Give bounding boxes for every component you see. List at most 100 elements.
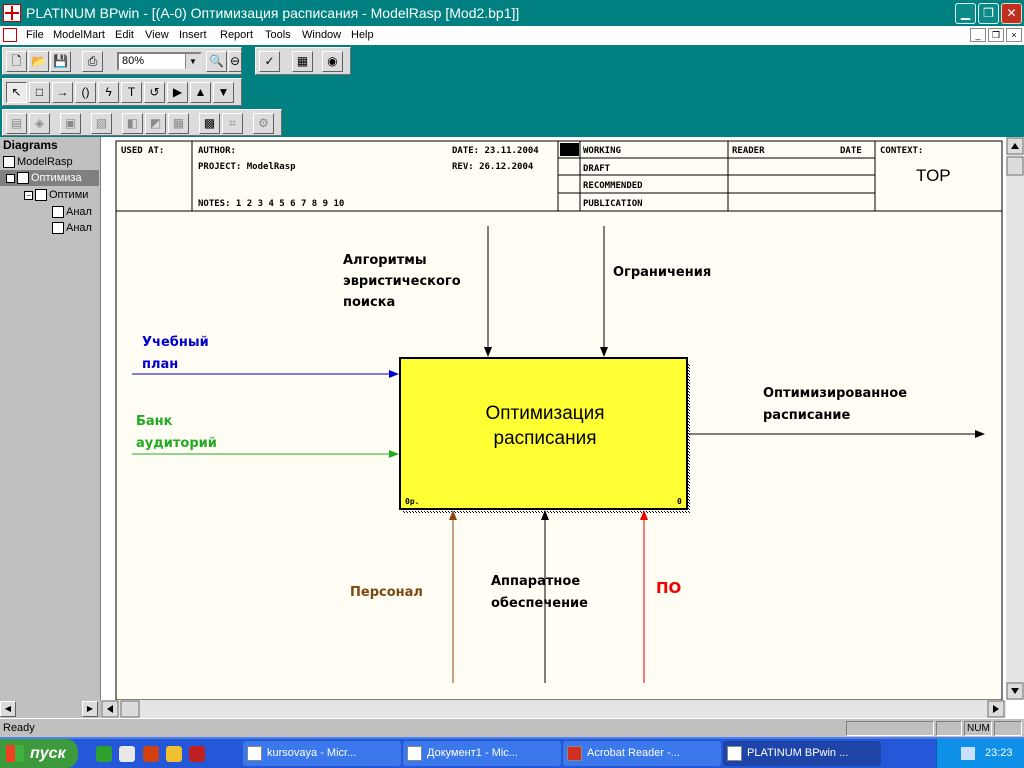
reader-label: READER bbox=[732, 146, 765, 156]
mdi-close-button[interactable]: × bbox=[1006, 28, 1022, 42]
scroll-left-icon[interactable]: ◀ bbox=[0, 701, 16, 717]
menu-view[interactable]: View bbox=[145, 28, 169, 42]
tree-item-diagram[interactable]: − Оптими bbox=[24, 187, 88, 203]
diagram-tree-pane: Diagrams ModelRasp − Оптимиза − Оптими Ана… bbox=[0, 137, 101, 718]
network-icon[interactable] bbox=[961, 747, 975, 760]
winamp-icon[interactable] bbox=[166, 746, 182, 762]
format-icon-3[interactable]: ▣ bbox=[60, 113, 81, 134]
notes-label: NOTES: 1 2 3 4 5 6 7 8 9 10 bbox=[198, 199, 344, 209]
undo-tool[interactable]: ↺ bbox=[144, 82, 165, 103]
vertical-scrollbar[interactable] bbox=[1006, 137, 1024, 700]
squiggle-tool[interactable]: ϟ bbox=[98, 82, 119, 103]
menu-help[interactable]: Help bbox=[351, 28, 374, 42]
arrow-tool[interactable]: → bbox=[52, 82, 73, 103]
task-bpwin[interactable]: PLATINUM BPwin ... bbox=[723, 741, 881, 766]
collapse-icon[interactable]: − bbox=[24, 190, 33, 200]
collapse-icon[interactable]: − bbox=[6, 173, 15, 183]
tree-item-child-1[interactable]: Анал bbox=[52, 204, 92, 220]
zoom-out-button[interactable]: ⊖ bbox=[228, 51, 242, 72]
horizontal-scroll-thumb[interactable] bbox=[120, 700, 140, 718]
pointer-tool[interactable]: ↖ bbox=[6, 82, 27, 103]
page-icon bbox=[52, 206, 64, 219]
model-toolbar: ✓ ▦ ◉ bbox=[255, 47, 351, 75]
print-button[interactable]: ⎙ bbox=[82, 51, 103, 72]
go-up-tool[interactable]: ▲ bbox=[190, 82, 211, 103]
menu-tools[interactable]: Tools bbox=[265, 28, 291, 42]
task-kursovaya[interactable]: kursovaya - Micr... bbox=[243, 741, 401, 766]
activity-title-line2: расписания bbox=[494, 428, 597, 449]
scroll-right-icon[interactable]: ▶ bbox=[82, 701, 98, 717]
format-icon-6[interactable]: ◩ bbox=[145, 113, 166, 134]
object-toolbar: ▤ ◈ ▣ ▧ ◧ ◩ ▦ ▩ ⌗ ⚙ bbox=[2, 109, 282, 136]
status-text: Ready bbox=[3, 722, 35, 734]
spellcheck-button[interactable]: ✓ bbox=[259, 51, 280, 72]
media-icon[interactable] bbox=[189, 746, 205, 762]
go-down-tool[interactable]: ▼ bbox=[213, 82, 234, 103]
format-icon-9[interactable]: ⚙ bbox=[253, 113, 274, 134]
internet-explorer-icon[interactable] bbox=[96, 746, 112, 762]
restore-button[interactable]: ❐ bbox=[978, 3, 999, 24]
minimize-button[interactable]: ▁ bbox=[955, 3, 976, 24]
activity-number-label: 0 bbox=[677, 497, 682, 506]
zoom-in-button[interactable]: 🔍 bbox=[206, 51, 227, 72]
open-button[interactable]: 📂 bbox=[28, 51, 49, 72]
task-document1[interactable]: Документ1 - Mic... bbox=[403, 741, 561, 766]
format-icon-8[interactable]: ⌗ bbox=[222, 113, 243, 134]
desktop-icon[interactable] bbox=[119, 746, 135, 762]
format-icon-7[interactable]: ▦ bbox=[168, 113, 189, 134]
drawing-toolbar: ↖ □ → () ϟ T ↺ ▶ ▲ ▼ bbox=[2, 78, 242, 106]
menu-edit[interactable]: Edit bbox=[115, 28, 134, 42]
status-cell-3 bbox=[994, 721, 1022, 736]
mechanism-label-3: ПО bbox=[656, 579, 681, 597]
save-button[interactable]: 💾 bbox=[50, 51, 71, 72]
status-cell-2 bbox=[936, 721, 962, 736]
format-icon-2[interactable]: ◈ bbox=[29, 113, 50, 134]
control-label-2: Ограничения bbox=[613, 265, 711, 280]
rev-label: REV: 26.12.2004 bbox=[452, 162, 534, 172]
task-acrobat[interactable]: Acrobat Reader -... bbox=[563, 741, 721, 766]
opera-icon[interactable] bbox=[143, 746, 159, 762]
status-bar: Ready NUM bbox=[0, 718, 1024, 737]
close-button[interactable]: ✕ bbox=[1001, 3, 1022, 24]
menu-insert[interactable]: Insert bbox=[179, 28, 207, 42]
menu-window[interactable]: Window bbox=[302, 28, 341, 42]
control-label-1-line3: поиска bbox=[343, 295, 395, 310]
format-icon-5[interactable]: ◧ bbox=[122, 113, 143, 134]
vertical-scroll-thumb[interactable] bbox=[1006, 156, 1024, 176]
start-button[interactable]: пуск bbox=[0, 739, 78, 768]
chevron-down-icon[interactable]: ▼ bbox=[185, 54, 200, 69]
new-button[interactable]: 🗋 bbox=[6, 51, 27, 72]
color-icon[interactable]: ▩ bbox=[199, 113, 220, 134]
modelmart-button[interactable]: ◉ bbox=[322, 51, 343, 72]
output-label-line2: расписание bbox=[763, 408, 850, 423]
mdi-restore-button[interactable]: ❐ bbox=[988, 28, 1004, 42]
date-column-label: DATE bbox=[840, 146, 862, 156]
tree-item-model[interactable]: ModelRasp bbox=[3, 154, 73, 170]
box-tool[interactable]: □ bbox=[29, 82, 50, 103]
menu-report[interactable]: Report bbox=[220, 28, 253, 42]
mdi-minimize-button[interactable]: _ bbox=[970, 28, 986, 42]
bpwin-app-icon[interactable] bbox=[3, 4, 21, 22]
document-icon[interactable] bbox=[3, 28, 17, 42]
format-icon-4[interactable]: ▧ bbox=[91, 113, 112, 134]
input-label-2-line1: Банк bbox=[136, 414, 173, 429]
tree-item-child-2[interactable]: Анал bbox=[52, 220, 92, 236]
tree-horizontal-scrollbar[interactable]: ◀ ▶ bbox=[0, 700, 101, 718]
author-label: AUTHOR: bbox=[198, 146, 236, 156]
input-label-1-line1: Учебный bbox=[142, 335, 209, 350]
word-icon bbox=[247, 746, 262, 761]
menu-file[interactable]: File bbox=[26, 28, 44, 42]
menu-modelmart[interactable]: ModelMart bbox=[53, 28, 105, 42]
horizontal-scrollbar[interactable] bbox=[101, 700, 1006, 718]
decompose-tool[interactable]: ▶ bbox=[167, 82, 188, 103]
status-cell-1 bbox=[846, 721, 934, 736]
format-icon-1[interactable]: ▤ bbox=[6, 113, 27, 134]
tunnel-tool[interactable]: () bbox=[75, 82, 96, 103]
control-label-1-line1: Алгоритмы bbox=[343, 253, 427, 268]
input-label-2-line2: аудиторий bbox=[136, 436, 217, 451]
model-explorer-button[interactable]: ▦ bbox=[292, 51, 313, 72]
bpwin-icon bbox=[727, 746, 742, 761]
tree-item-context[interactable]: − Оптимиза bbox=[0, 170, 99, 186]
zoom-select[interactable]: 80% ▼ bbox=[117, 52, 202, 71]
text-tool[interactable]: T bbox=[121, 82, 142, 103]
